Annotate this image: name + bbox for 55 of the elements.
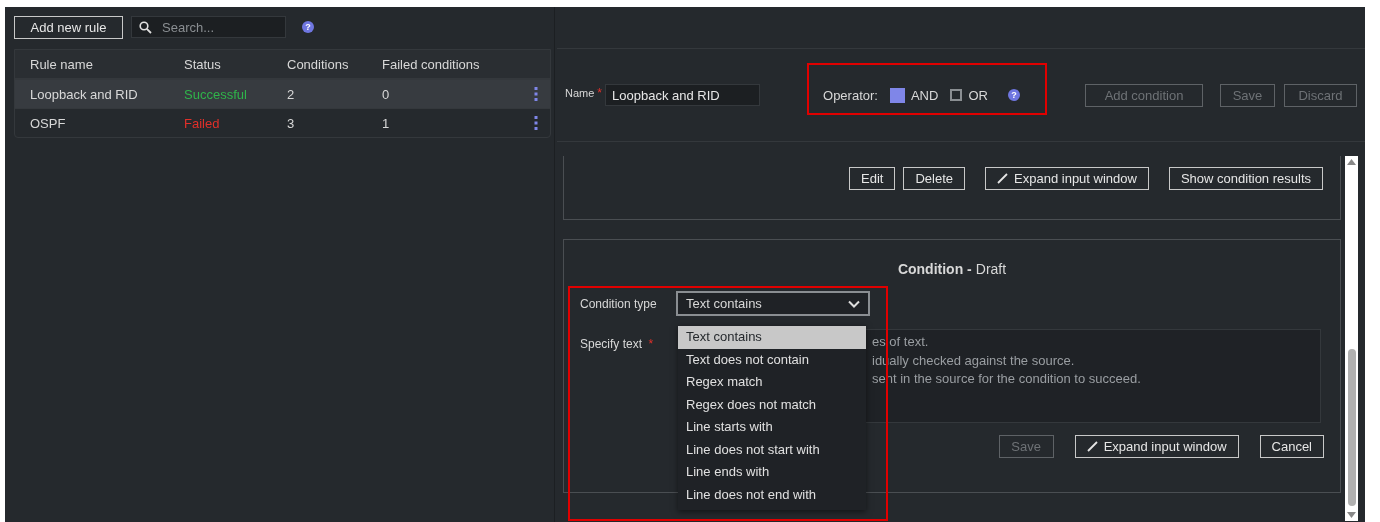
scroll-up-icon[interactable] xyxy=(1347,159,1356,165)
rule-row[interactable]: OSPF Failed 3 1 xyxy=(15,109,550,137)
specify-text-label: Specify text * xyxy=(580,337,655,351)
column-header: Status xyxy=(184,56,222,72)
card-button[interactable]: Show condition results xyxy=(1168,167,1323,190)
add-rule-button[interactable]: Add new rule xyxy=(14,15,123,39)
option-label: AND xyxy=(910,87,939,103)
card-button[interactable]: Expand input window xyxy=(985,167,1149,190)
option-label: OR xyxy=(968,87,988,103)
card-title: Condition - xyxy=(897,261,972,277)
status-text: Failed xyxy=(184,115,221,131)
table-cell-text: Loopback and RID xyxy=(29,86,139,102)
table-cell-text: 2 xyxy=(287,86,296,102)
help-icon[interactable]: ? xyxy=(1007,89,1020,101)
operator-label: Operator: xyxy=(823,87,878,103)
help-icon[interactable]: ? xyxy=(302,21,314,33)
more-options-icon[interactable] xyxy=(534,87,538,101)
checkbox[interactable] xyxy=(889,87,905,103)
condition-type-label: Condition type xyxy=(580,296,658,311)
menu-item[interactable]: Line does not end with xyxy=(678,483,866,506)
table-cell-text: OSPF xyxy=(29,115,67,131)
menu-item[interactable]: Line does not start with xyxy=(678,438,866,461)
menu-item[interactable]: Regex match xyxy=(678,371,866,394)
form-button[interactable]: Expand input window xyxy=(1074,435,1239,458)
name-field[interactable]: Loopback and RID xyxy=(605,84,760,106)
menu-item[interactable]: Text contains xyxy=(678,326,866,349)
name-label: Name xyxy=(565,87,595,99)
condition-type-dropdown[interactable]: Text contains xyxy=(676,291,870,316)
expand-icon xyxy=(997,173,1009,184)
menu-item[interactable]: Text does not contain xyxy=(678,348,866,371)
checkbox[interactable] xyxy=(950,89,963,101)
card-button[interactable]: Edit xyxy=(849,167,896,190)
scroll-thumb[interactable] xyxy=(1347,349,1356,506)
column-header: Failed conditions xyxy=(382,56,481,72)
chevron-icon xyxy=(848,299,860,308)
column-header: Conditions xyxy=(287,56,350,72)
menu-item[interactable]: Regex does not match xyxy=(678,393,866,416)
required-mark: * xyxy=(597,86,602,100)
card-button[interactable]: Delete xyxy=(903,167,966,190)
expand-icon xyxy=(1086,441,1098,452)
search-icon xyxy=(139,21,152,34)
rule-row[interactable]: Loopback and RID Successful 2 0 xyxy=(15,80,550,109)
scroll-down-icon[interactable] xyxy=(1347,512,1356,518)
placeholder-text: es of text. xyxy=(872,333,930,351)
status-text: Successful xyxy=(184,86,248,102)
form-button[interactable]: Cancel xyxy=(1259,435,1324,458)
search-field[interactable]: Search... xyxy=(131,16,286,38)
card-subtitle: Draft xyxy=(975,261,1007,277)
menu-item[interactable]: Line ends with xyxy=(678,461,866,484)
table-cell-text: 0 xyxy=(382,86,391,102)
table-cell-text: 1 xyxy=(382,115,391,131)
table-cell-text: 3 xyxy=(287,115,296,131)
column-header: Rule name xyxy=(29,56,94,72)
scrollbar[interactable] xyxy=(1345,156,1358,521)
more-options-icon[interactable] xyxy=(534,116,538,130)
